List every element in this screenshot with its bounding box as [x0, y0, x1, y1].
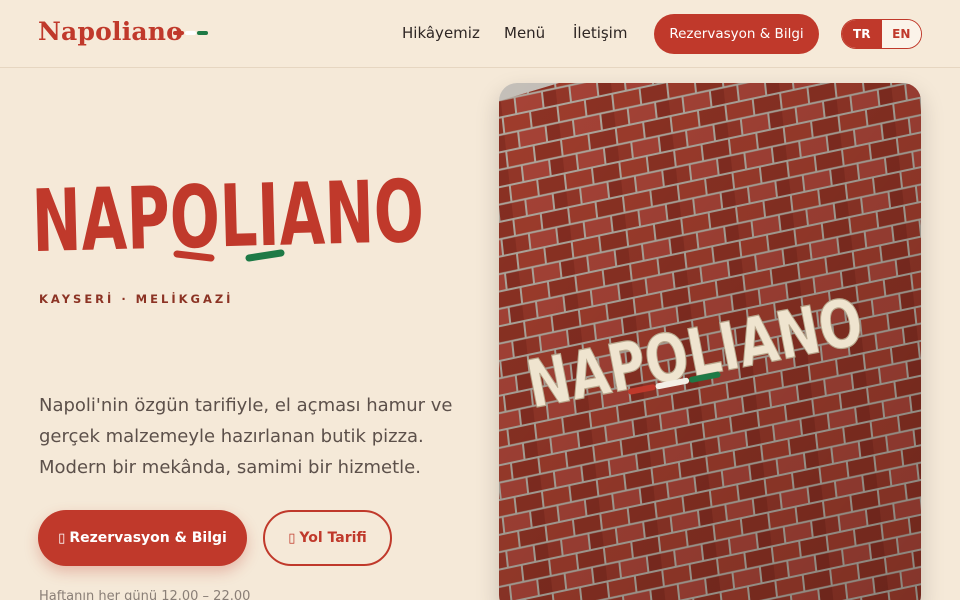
italian-flag-icon — [173, 31, 209, 35]
lang-tr-button[interactable]: TR — [842, 20, 882, 48]
site-header: Napoliano Hikâyemiz Menü İletişim Rezerv… — [0, 0, 960, 68]
directions-button[interactable]: ▯ Yol Tarifi — [263, 510, 392, 566]
storefront-photo: NAPOLIANO — [499, 83, 921, 600]
nav-link-contact[interactable]: İletişim — [573, 24, 627, 42]
flag-green-stroke — [245, 249, 285, 262]
language-switcher: TR EN — [841, 19, 922, 49]
brand-logo[interactable]: Napoliano — [38, 17, 183, 46]
reservation-button-label: Rezervasyon & Bilgi — [69, 530, 227, 546]
map-pin-icon: ▯ — [288, 530, 296, 546]
location-label: KAYSERİ · MELİKGAZİ — [39, 292, 234, 306]
hero-logo-text: NAPOLIANO — [31, 162, 425, 268]
nav-link-story[interactable]: Hikâyemiz — [402, 24, 480, 42]
hero-logo: NAPOLIANO — [31, 162, 425, 268]
reservation-button[interactable]: ▯ Rezervasyon & Bilgi — [38, 510, 247, 566]
flag-red-stroke — [173, 250, 215, 262]
header-reservation-button[interactable]: Rezervasyon & Bilgi — [654, 14, 819, 54]
hero-description: Napoli'nin özgün tarifiyle, el açması ha… — [39, 395, 453, 478]
nav-link-menu[interactable]: Menü — [504, 24, 545, 42]
opening-hours: Haftanın her günü 12.00 – 22.00 — [39, 589, 251, 600]
lang-en-button[interactable]: EN — [881, 20, 921, 48]
directions-button-label: Yol Tarifi — [299, 530, 367, 546]
calendar-icon: ▯ — [58, 530, 66, 546]
brick-wall-image: NAPOLIANO — [499, 83, 921, 600]
